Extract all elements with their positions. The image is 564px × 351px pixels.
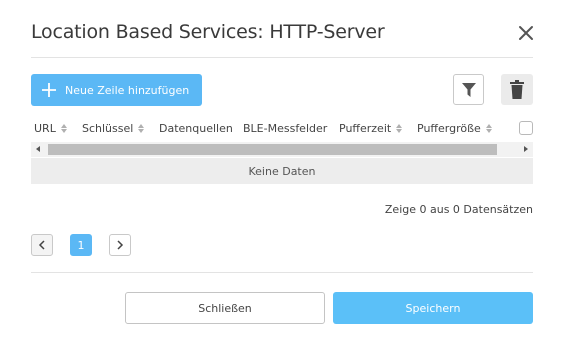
select-all-checkbox[interactable] — [519, 121, 533, 135]
trash-icon — [510, 80, 524, 99]
column-header-schluessel[interactable]: Schlüssel — [82, 122, 145, 135]
scroll-left-icon[interactable] — [36, 146, 40, 152]
previous-page-button[interactable] — [31, 234, 53, 256]
close-dialog-label: Schließen — [198, 301, 252, 315]
column-header-ble-messfelder[interactable]: BLE-Messfelder — [243, 122, 327, 135]
close-icon — [519, 26, 533, 40]
empty-table-row: Keine Daten — [31, 158, 533, 184]
sort-icon — [138, 124, 145, 133]
save-button[interactable]: Speichern — [333, 292, 533, 324]
chevron-left-icon — [38, 240, 45, 250]
plus-icon — [42, 83, 56, 97]
add-row-label: Neue Zeile hinzufügen — [65, 83, 190, 97]
table-header: URL Schlüssel Datenquellen BLE-Messfelde… — [31, 118, 533, 140]
sort-icon — [396, 124, 403, 133]
page-button-current[interactable]: 1 — [70, 234, 92, 256]
dialog-title: Location Based Services: HTTP-Server — [31, 21, 385, 43]
next-page-button[interactable] — [109, 234, 131, 256]
filter-icon — [461, 82, 476, 97]
sort-icon — [60, 124, 67, 133]
header-divider — [31, 57, 533, 58]
scrollbar-thumb[interactable] — [48, 144, 497, 155]
column-header-puffergroesse[interactable]: Puffergröße — [417, 122, 492, 135]
records-info: Zeige 0 aus 0 Datensätzen — [384, 203, 533, 216]
sort-icon — [485, 124, 492, 133]
close-button[interactable] — [515, 22, 537, 44]
column-header-pufferzeit[interactable]: Pufferzeit — [339, 122, 403, 135]
add-row-button[interactable]: Neue Zeile hinzufügen — [31, 74, 202, 106]
scroll-right-icon[interactable] — [524, 146, 528, 152]
footer-divider — [31, 272, 533, 273]
close-dialog-button[interactable]: Schließen — [125, 292, 325, 324]
horizontal-scrollbar[interactable] — [31, 142, 533, 157]
chevron-right-icon — [117, 240, 124, 250]
column-header-datenquellen[interactable]: Datenquellen — [159, 122, 233, 135]
column-header-url[interactable]: URL — [34, 122, 67, 135]
save-label: Speichern — [405, 301, 461, 315]
delete-button[interactable] — [501, 74, 533, 105]
empty-table-text: Keine Daten — [248, 164, 316, 178]
filter-button[interactable] — [453, 74, 484, 105]
